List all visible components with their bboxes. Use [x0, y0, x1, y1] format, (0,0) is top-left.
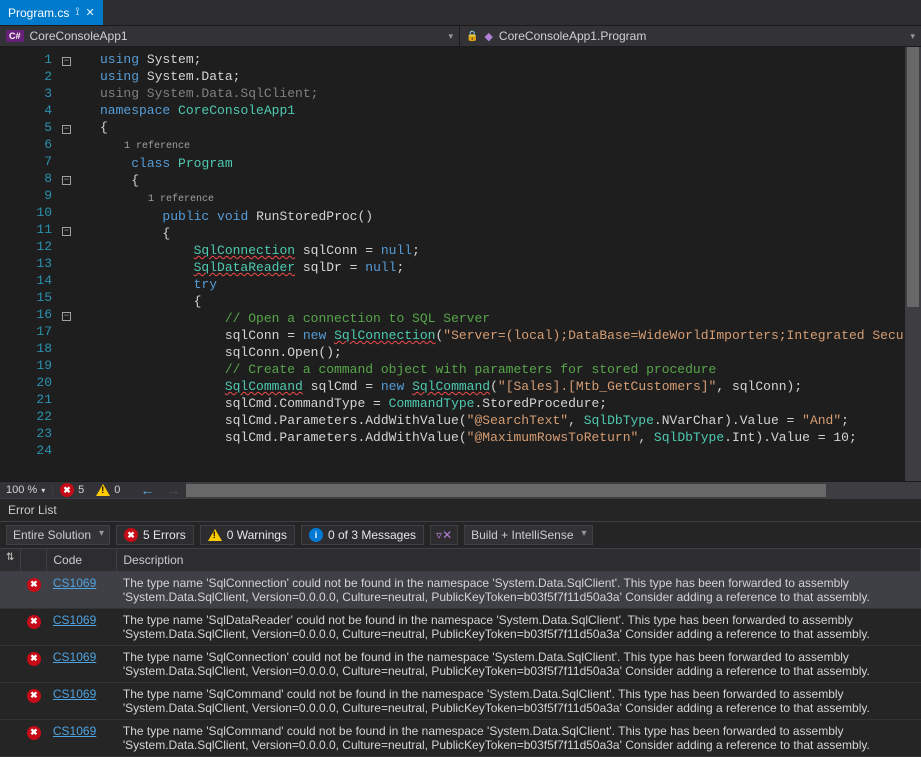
error-icon: ✖: [27, 652, 41, 666]
horizontal-scrollbar[interactable]: [186, 482, 921, 499]
source-dropdown[interactable]: Build + IntelliSense: [464, 525, 592, 545]
error-list-toolbar: Entire Solution ✖ 5 Errors 0 Warnings i …: [0, 521, 921, 549]
error-description: The type name 'SqlDataReader' could not …: [117, 609, 921, 646]
warning-count: 0: [114, 484, 120, 496]
column-header-code[interactable]: Code: [47, 549, 117, 572]
chevron-down-icon: ▾: [41, 486, 45, 495]
error-code-link[interactable]: CS1069: [53, 687, 96, 701]
error-description: The type name 'SqlConnection' could not …: [117, 572, 921, 609]
zoom-value: 100 %: [6, 484, 37, 496]
error-row[interactable]: ✖ CS1069 The type name 'SqlConnection' cou…: [0, 646, 921, 683]
error-list-table: ⇅ Code Description ✖ CS1069 The type name …: [0, 549, 921, 757]
error-description: The type name 'SqlCommand' could not be …: [117, 683, 921, 720]
scope-dropdown[interactable]: Entire Solution: [6, 525, 110, 545]
error-code-link[interactable]: CS1069: [53, 576, 96, 590]
line-number-gutter: 123456789101112131415161718192021222324: [0, 47, 60, 481]
pin-icon[interactable]: ⟟: [75, 6, 79, 19]
error-row[interactable]: ✖ CS1069 The type name 'SqlCommand' could …: [0, 683, 921, 720]
scrollbar-thumb[interactable]: [907, 47, 919, 307]
zoom-dropdown[interactable]: 100 % ▾: [0, 484, 51, 496]
error-code-link[interactable]: CS1069: [53, 613, 96, 627]
funnel-icon: ▿✕: [436, 528, 452, 542]
column-header-icon[interactable]: [21, 549, 47, 572]
nav-project-dropdown[interactable]: C# CoreConsoleApp1 ▾: [0, 26, 460, 46]
navigation-bar: C# CoreConsoleApp1 ▾ 🔒 ◆ CoreConsoleApp1…: [0, 25, 921, 47]
nav-member-label: CoreConsoleApp1.Program: [499, 29, 646, 43]
nav-forward-button[interactable]: →: [160, 482, 186, 498]
nav-back-button[interactable]: ←: [134, 482, 160, 498]
document-tab-well: Program.cs ⟟ ✕: [0, 0, 921, 25]
chevron-down-icon: ▾: [910, 31, 915, 42]
error-icon: ✖: [27, 726, 41, 740]
panel-title: Error List: [0, 499, 921, 521]
error-icon: ✖: [124, 528, 138, 542]
error-icon: ✖: [27, 689, 41, 703]
error-code-link[interactable]: CS1069: [53, 650, 96, 664]
vertical-scrollbar[interactable]: [905, 47, 921, 481]
scrollbar-thumb[interactable]: [186, 484, 826, 497]
error-icon: ✖: [27, 578, 41, 592]
tab-filename: Program.cs: [8, 6, 69, 20]
error-list-panel: Error List Entire Solution ✖ 5 Errors 0 …: [0, 498, 921, 757]
nav-project-label: CoreConsoleApp1: [30, 29, 128, 43]
error-description: The type name 'SqlCommand' could not be …: [117, 720, 921, 757]
warning-icon: [96, 484, 110, 496]
error-row[interactable]: ✖ CS1069 The type name 'SqlCommand' could …: [0, 720, 921, 757]
editor-status-strip: 100 % ▾ | ✖ 5 0 ← →: [0, 481, 921, 498]
warnings-filter-button[interactable]: 0 Warnings: [200, 525, 295, 545]
column-header-category[interactable]: ⇅: [0, 549, 21, 572]
class-icon: ◆: [484, 30, 492, 43]
error-description: The type name 'SqlConnection' could not …: [117, 646, 921, 683]
column-header-description[interactable]: Description: [117, 549, 921, 572]
error-icon: ✖: [27, 615, 41, 629]
clear-filter-button[interactable]: ▿✕: [430, 525, 458, 545]
outlining-gutter[interactable]: − − − − −: [60, 47, 100, 481]
messages-filter-button[interactable]: i 0 of 3 Messages: [301, 525, 424, 545]
error-code-link[interactable]: CS1069: [53, 724, 96, 738]
info-icon: i: [309, 528, 323, 542]
error-row[interactable]: ✖ CS1069 The type name 'SqlConnection' cou…: [0, 572, 921, 609]
chevron-down-icon: ▾: [448, 31, 453, 42]
code-editor[interactable]: 123456789101112131415161718192021222324 …: [0, 47, 921, 481]
code-area[interactable]: using System;using System.Data;using Sys…: [100, 47, 921, 481]
warning-count-indicator[interactable]: 0: [90, 484, 126, 496]
warning-icon: [208, 529, 222, 541]
csharp-icon: C#: [6, 30, 24, 42]
nav-member-dropdown[interactable]: 🔒 ◆ CoreConsoleApp1.Program ▾: [460, 26, 921, 46]
close-icon[interactable]: ✕: [85, 6, 94, 19]
errors-filter-button[interactable]: ✖ 5 Errors: [116, 525, 194, 545]
error-row[interactable]: ✖ CS1069 The type name 'SqlDataReader' cou…: [0, 609, 921, 646]
lock-icon: 🔒: [466, 31, 478, 42]
document-tab-program[interactable]: Program.cs ⟟ ✕: [0, 0, 103, 25]
